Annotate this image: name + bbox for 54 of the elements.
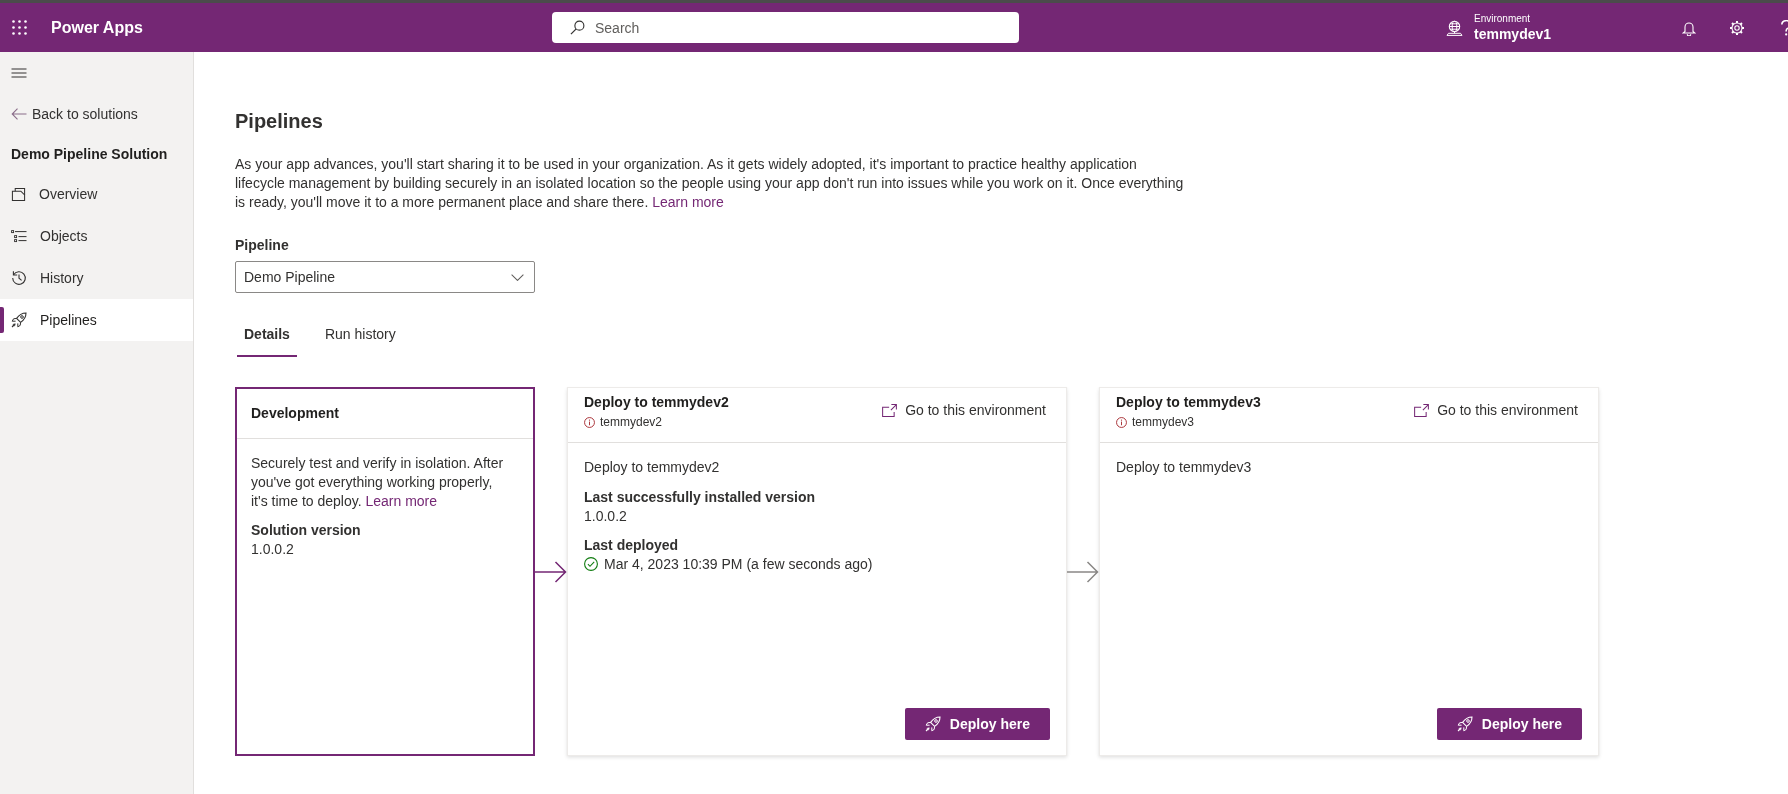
search-field[interactable]: Search <box>552 12 1019 43</box>
solution-name: Demo Pipeline Solution <box>10 144 169 164</box>
field-value: Mar 4, 2023 10:39 PM (a few seconds ago) <box>604 555 873 573</box>
back-link[interactable]: Back to solutions <box>0 93 193 135</box>
description-text: As your app advances, you'll start sharing it to be used in your organization. As it gets widely adopted, it's important to practice healthy application lifecycle management by building securely in an isolated location so the people using your app don't run into issues while you work on it. Once everything is ready, you'll move it to a more permanent place and share there. Learn more <box>235 155 1185 212</box>
tab[interactable]: Details <box>237 313 297 357</box>
app-title: Power Apps <box>51 17 143 38</box>
nav-item[interactable]: History <box>0 257 193 299</box>
rocket-icon <box>11 312 27 328</box>
go-to-environment-link[interactable]: Go to this environment <box>1414 392 1578 428</box>
search-icon <box>570 20 585 35</box>
card-title: Development <box>251 404 339 423</box>
page-title: Pipelines <box>235 109 323 134</box>
go-to-environment-link[interactable]: Go to this environment <box>882 392 1046 428</box>
rocket-icon <box>1456 716 1473 732</box>
environment-switcher[interactable]: Environment temmydev1 <box>1446 3 1552 52</box>
learn-more-link[interactable]: Learn more <box>652 194 724 210</box>
external-link-icon <box>1414 403 1430 417</box>
list-icon <box>11 229 27 243</box>
nav-item[interactable]: Overview <box>0 173 193 215</box>
rocket-icon <box>924 716 941 732</box>
card-description: Securely test and verify in isolation. After you've got everything working properly, it's time to deploy. Learn more <box>251 454 505 511</box>
chevron-down-icon <box>511 273 524 281</box>
deploy-button[interactable]: Deploy here <box>904 708 1050 740</box>
field-value: 1.0.0.2 <box>584 507 627 525</box>
card-description: Deploy to temmydev3 <box>1116 458 1252 477</box>
globe-icon <box>1446 19 1463 36</box>
pipeline-dropdown[interactable]: Demo Pipeline <box>235 261 535 293</box>
info-icon <box>584 416 595 428</box>
field-value: 1.0.0.2 <box>251 540 294 558</box>
environment-name: temmydev3 <box>1132 414 1195 430</box>
learn-more-link[interactable]: Learn more <box>365 493 438 509</box>
deploy-button[interactable]: Deploy here <box>1436 708 1582 740</box>
field-label: Solution version <box>251 521 361 540</box>
nav-item[interactable]: Objects <box>0 215 193 257</box>
external-link-icon <box>882 403 898 417</box>
tab[interactable]: Run history <box>317 313 403 357</box>
nav-item[interactable]: Pipelines <box>0 299 193 341</box>
info-icon <box>1116 416 1127 428</box>
help-icon <box>1780 19 1788 36</box>
card-title: Deploy to temmydev2 <box>584 393 729 412</box>
field-label: Pipeline <box>235 236 289 255</box>
menu-icon <box>11 68 27 78</box>
bell-icon <box>1682 19 1696 36</box>
settings-icon <box>1729 19 1745 36</box>
field-label: Last deployed <box>584 536 679 555</box>
card-title: Deploy to temmydev3 <box>1116 393 1261 412</box>
field-label: Last successfully installed version <box>584 488 816 507</box>
environment-name: temmydev2 <box>600 414 663 430</box>
history-icon <box>11 270 27 286</box>
app-launcher-icon <box>11 20 27 35</box>
back-arrow-icon <box>11 108 27 120</box>
folder-icon <box>11 186 26 202</box>
card-description: Deploy to temmydev2 <box>584 458 720 477</box>
